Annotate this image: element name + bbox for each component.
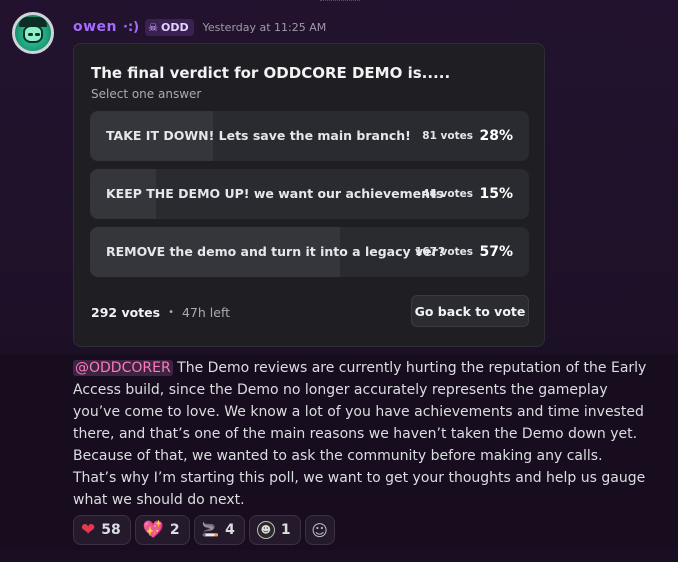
poll-answer[interactable]: KEEP THE DEMO UP! we want our achievemen…	[90, 169, 529, 219]
reaction[interactable]: 💖 2	[134, 515, 190, 545]
poll-card: The final verdict for ODDCORE DEMO is...…	[73, 43, 545, 347]
reaction-count: 4	[225, 522, 235, 538]
separator-dot: •	[168, 306, 174, 318]
skull-icon: ☠	[148, 20, 158, 34]
poll-footer: 292 votes • 47h left	[91, 303, 230, 321]
reaction[interactable]: ❤ 58	[73, 515, 131, 545]
poll-answer-votes: 81 votes	[422, 130, 473, 142]
username-decoration: ·:)	[123, 19, 140, 35]
smiley-icon: ☺	[311, 520, 328, 540]
custom-face-icon: ☻	[256, 521, 275, 539]
red-heart-icon: ❤	[81, 519, 96, 540]
reaction[interactable]: ☻ 1	[248, 515, 301, 545]
poll-answer-percent: 57%	[479, 244, 513, 260]
poll-answer-label: REMOVE the demo and turn it into a legac…	[106, 244, 446, 259]
poll-answer-votes: 44 votes	[422, 188, 473, 200]
poll-subtitle: Select one answer	[91, 87, 202, 101]
add-reaction-button[interactable]: ☺	[304, 515, 335, 545]
poll-answer-percent: 15%	[479, 186, 513, 202]
reaction-count: 1	[280, 522, 291, 538]
message-text: That’s why I’m starting this poll, we wa…	[73, 470, 646, 508]
reactions-bar: ❤ 58 💖 2 🚬 4 ☻ 1 ☺	[73, 515, 335, 545]
sparkling-heart-icon: 💖	[142, 519, 164, 540]
reaction-count: 2	[169, 522, 180, 538]
poll-answer-votes: 167 votes	[414, 246, 473, 258]
go-back-to-vote-button[interactable]: Go back to vote	[411, 295, 529, 327]
message-content: @ODDCORER The Demo reviews are currently…	[73, 357, 658, 511]
timestamp: Yesterday at 11:25 AM	[202, 20, 327, 34]
poll-answer[interactable]: TAKE IT DOWN! Lets save the main branch!…	[90, 111, 529, 161]
poll-answer-percent: 28%	[479, 128, 513, 144]
poll-time-left: 47h left	[181, 304, 231, 320]
poll-question: The final verdict for ODDCORE DEMO is...…	[91, 64, 451, 82]
cigarette-icon: 🚬	[201, 522, 220, 538]
message-header-area: owen ·:) ☠ ODD Yesterday at 11:25 AM The…	[0, 0, 678, 354]
guild-tag[interactable]: ☠ ODD	[145, 18, 194, 36]
avatar[interactable]	[12, 12, 54, 54]
reaction-count: 58	[101, 522, 121, 538]
username[interactable]: owen	[73, 19, 117, 35]
poll-total-votes[interactable]: 292 votes	[91, 305, 160, 320]
poll-answer-label: TAKE IT DOWN! Lets save the main branch!	[106, 128, 411, 143]
poll-answer-label: KEEP THE DEMO UP! we want our achievemen…	[106, 186, 444, 201]
message-header: owen ·:) ☠ ODD Yesterday at 11:25 AM	[73, 17, 326, 37]
role-mention[interactable]: @ODDCORER	[73, 360, 173, 376]
reaction[interactable]: 🚬 4	[193, 515, 245, 545]
poll-answer[interactable]: REMOVE the demo and turn it into a legac…	[90, 227, 529, 277]
